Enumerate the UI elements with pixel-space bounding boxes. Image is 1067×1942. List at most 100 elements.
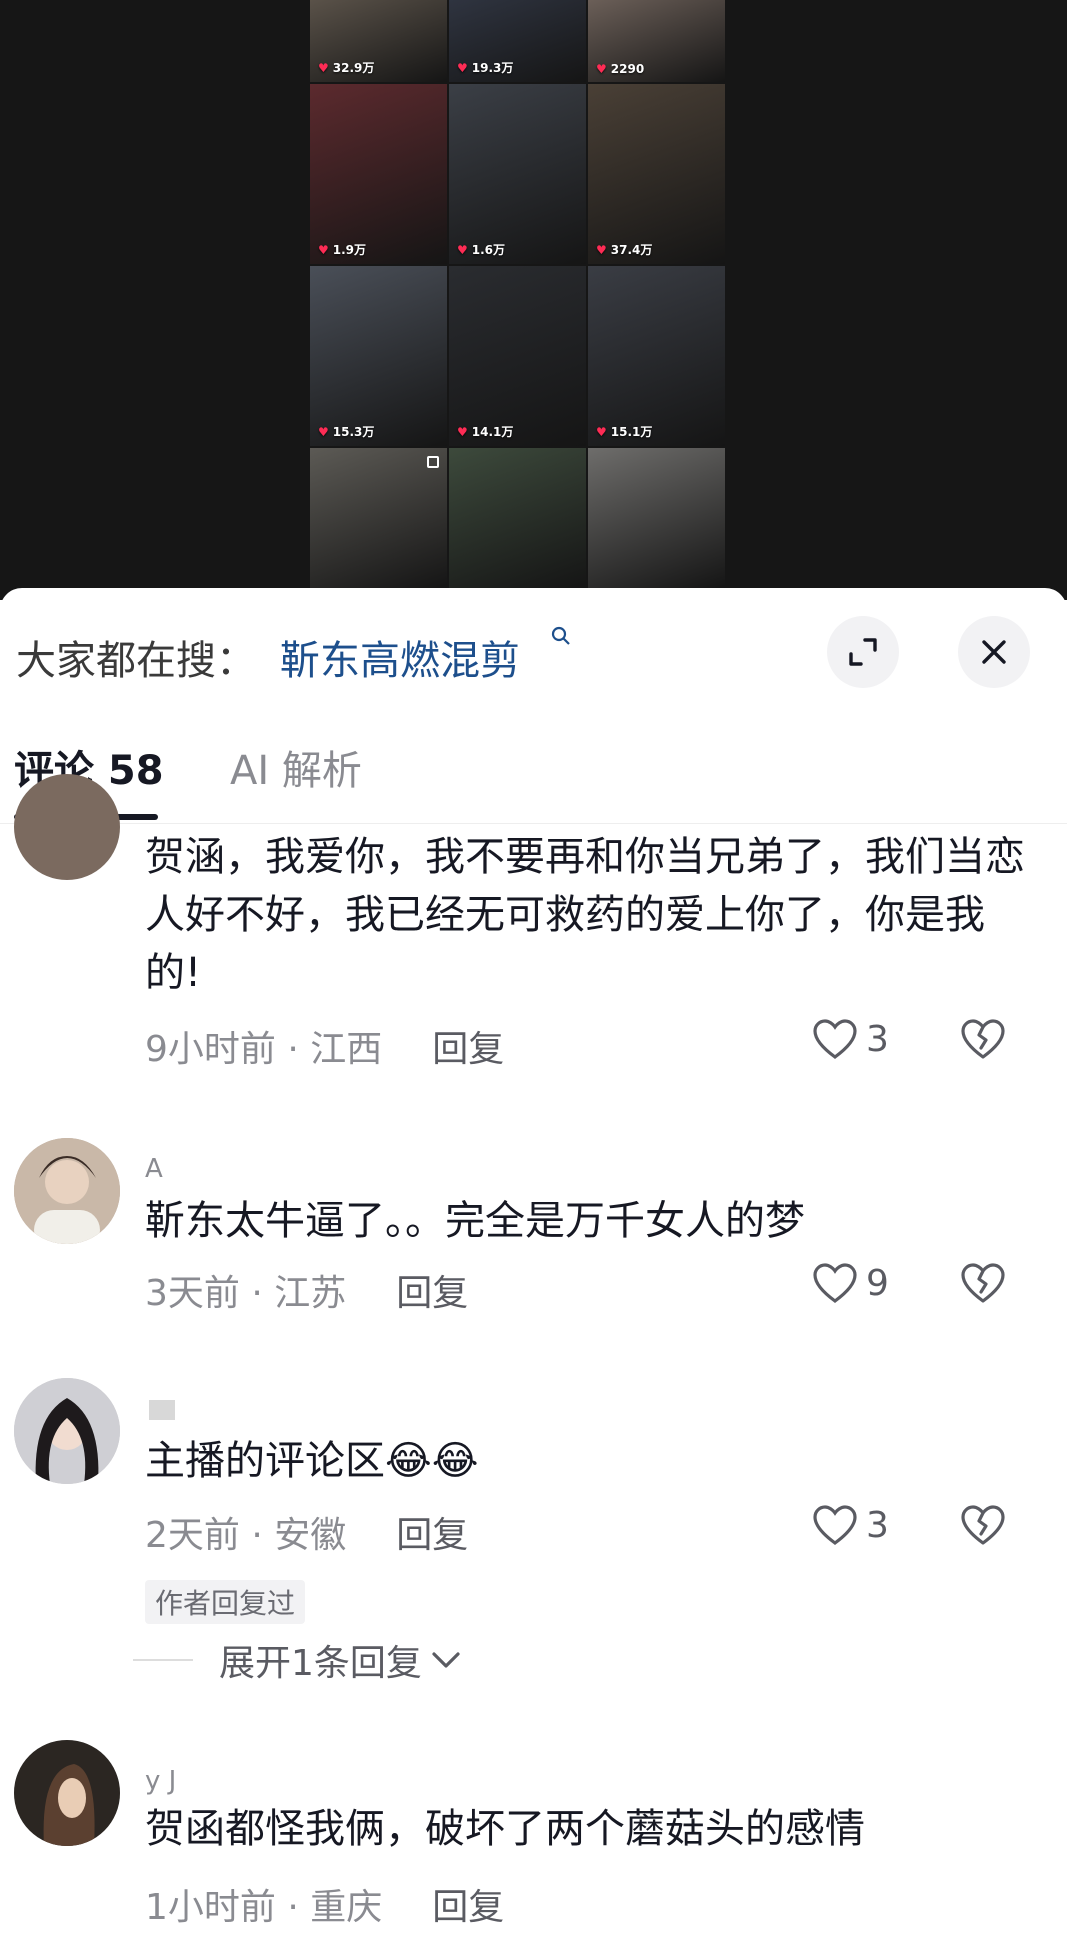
video-tile[interactable]: ♥ 15.1万 — [588, 266, 725, 446]
heart-icon — [813, 1263, 857, 1303]
comment-meta: 2天前 · 安徽 回复 — [145, 1506, 468, 1558]
comment-text: 主播的评论区😂😂 — [145, 1438, 479, 1484]
comment-username[interactable]: A — [145, 1154, 163, 1184]
video-grid: ♥ 32.9万 ♥ 19.3万 ♥ 2290 ♥ 1.9万 ♥ 1.6万 ♥ 37.4万 ♥ 15.3万 ♥… — [310, 0, 725, 590]
video-tile[interactable]: ♥ 37.4万 — [588, 84, 725, 264]
close-icon — [982, 640, 1006, 664]
video-like-count: ♥ 15.1万 — [596, 423, 652, 440]
dislike-button[interactable] — [960, 1504, 1006, 1550]
video-like-count: ♥ 37.4万 — [596, 241, 652, 258]
comment-time-location: 3天前 · 江苏 — [145, 1273, 347, 1314]
like-count-value: 15.3万 — [332, 425, 375, 439]
video-thumbnail — [588, 84, 725, 264]
video-thumbnail — [588, 448, 725, 588]
like-count-value: 32.9万 — [332, 61, 375, 75]
like-count-value: 15.1万 — [610, 425, 653, 439]
heart-icon: ♥ — [596, 242, 607, 257]
like-count-value: 1.9万 — [332, 243, 367, 257]
tab-ai-analysis[interactable]: AI 解析 — [230, 738, 362, 796]
multi-image-icon — [427, 456, 439, 468]
heart-icon — [813, 1505, 857, 1545]
divider-line — [133, 1659, 193, 1661]
comment-time-location: 2天前 · 安徽 — [145, 1515, 347, 1556]
video-tile[interactable]: ♥ 2290 — [588, 0, 725, 82]
comment-item: y J 贺函都怪我俩，破坏了两个蘑菇头的感情 1小时前 · 重庆 回复 — [0, 1740, 1067, 1942]
video-tile[interactable]: ♥ 14.1万 — [449, 266, 586, 446]
avatar[interactable] — [14, 1378, 120, 1484]
like-count-value: 37.4万 — [610, 243, 653, 257]
avatar[interactable] — [14, 1138, 120, 1244]
video-thumbnail — [449, 84, 586, 264]
video-thumbnail — [449, 448, 586, 588]
chevron-down-icon — [432, 1652, 460, 1668]
video-tile[interactable]: ♥ 1.6万 — [449, 84, 586, 264]
dislike-button[interactable] — [960, 1018, 1006, 1064]
expand-replies-button[interactable]: 展开1条回复 — [133, 1634, 462, 1686]
heart-icon — [813, 1019, 857, 1059]
comment-time-location: 1小时前 · 重庆 — [145, 1887, 383, 1928]
comment-username[interactable] — [145, 1394, 175, 1424]
video-tile[interactable]: ♥ 1.9万 — [310, 84, 447, 264]
comment-text: 贺涵，我爱你，我不要再和你当兄弟了，我们当恋人好不好，我已经无可救药的爱上你了，… — [145, 834, 1025, 996]
reply-button[interactable]: 回复 — [396, 1264, 468, 1316]
broken-heart-icon — [961, 1263, 1005, 1303]
expand-replies-label: 展开1条回复 — [219, 1643, 422, 1684]
comment-item: A 靳东太牛逼了。。完全是万千女人的梦 3天前 · 江苏 回复 9 — [0, 1138, 1067, 1328]
video-thumbnail — [310, 448, 447, 588]
video-like-count: ♥ 19.3万 — [457, 59, 513, 76]
like-button[interactable]: 9 — [812, 1262, 889, 1304]
video-like-count: ♥ 15.3万 — [318, 423, 374, 440]
expand-button[interactable] — [827, 616, 899, 688]
video-tile[interactable] — [449, 448, 586, 588]
like-count-value: 2290 — [610, 62, 645, 76]
broken-heart-icon — [961, 1505, 1005, 1545]
search-term-link[interactable]: 靳东高燃混剪 — [280, 628, 520, 686]
comment-sheet: 大家都在搜： 靳东高燃混剪 评论 58 AI 解析 贺涵，我爱你，我不要再和你当… — [0, 588, 1067, 1942]
comment-text: 贺函都怪我俩，破坏了两个蘑菇头的感情 — [145, 1806, 865, 1852]
comment-meta: 3天前 · 江苏 回复 — [145, 1264, 468, 1316]
video-tile[interactable] — [588, 448, 725, 588]
video-tile[interactable]: ♥ 15.3万 — [310, 266, 447, 446]
video-thumbnail — [588, 266, 725, 446]
author-replied-badge: 作者回复过 — [145, 1580, 306, 1624]
search-icon[interactable] — [551, 626, 571, 652]
comment-meta: 9小时前 · 江西 回复 — [145, 1020, 504, 1072]
video-grid-area: ♥ 32.9万 ♥ 19.3万 ♥ 2290 ♥ 1.9万 ♥ 1.6万 ♥ 37.4万 ♥ 15.3万 ♥… — [0, 0, 1067, 600]
reply-button[interactable]: 回复 — [432, 1020, 504, 1072]
like-count-value: 14.1万 — [471, 425, 514, 439]
comment-item: 主播的评论区😂😂 2天前 · 安徽 回复 3 作者回复过 展开1条回复 — [0, 1378, 1067, 1708]
like-count: 9 — [866, 1262, 889, 1304]
search-prefix: 大家都在搜： — [16, 638, 256, 684]
reply-button[interactable]: 回复 — [432, 1878, 504, 1930]
video-thumbnail — [310, 266, 447, 446]
search-suggestion-row: 大家都在搜： 靳东高燃混剪 — [0, 588, 1067, 718]
comment-username[interactable]: y J — [145, 1766, 176, 1796]
video-tile[interactable] — [310, 448, 447, 588]
comment-meta: 1小时前 · 重庆 回复 — [145, 1878, 504, 1930]
heart-icon: ♥ — [318, 60, 329, 75]
close-button[interactable] — [958, 616, 1030, 688]
heart-icon: ♥ — [457, 424, 468, 439]
like-count-value: 19.3万 — [471, 61, 514, 75]
avatar[interactable] — [14, 1740, 120, 1846]
like-button[interactable]: 3 — [812, 1504, 889, 1546]
video-like-count: ♥ 32.9万 — [318, 59, 374, 76]
like-count-value: 1.6万 — [471, 243, 506, 257]
like-button[interactable]: 3 — [812, 1018, 889, 1060]
comment-tabs: 评论 58 AI 解析 — [0, 738, 1067, 824]
reply-button[interactable]: 回复 — [396, 1506, 468, 1558]
heart-icon: ♥ — [596, 62, 607, 76]
video-like-count: ♥ 14.1万 — [457, 423, 513, 440]
comment-text: 靳东太牛逼了。。完全是万千女人的梦 — [145, 1198, 805, 1244]
video-tile[interactable]: ♥ 19.3万 — [449, 0, 586, 82]
heart-icon: ♥ — [318, 424, 329, 439]
comment-item: 贺涵，我爱你，我不要再和你当兄弟了，我们当恋人好不好，我已经无可救药的爱上你了，… — [0, 774, 1067, 1070]
avatar[interactable] — [14, 774, 120, 880]
heart-icon: ♥ — [596, 424, 607, 439]
video-tile[interactable]: ♥ 32.9万 — [310, 0, 447, 82]
dislike-button[interactable] — [960, 1262, 1006, 1308]
video-like-count: ♥ 1.9万 — [318, 241, 366, 258]
heart-icon: ♥ — [457, 60, 468, 75]
expand-icon — [849, 638, 877, 666]
comment-time-location: 9小时前 · 江西 — [145, 1029, 383, 1070]
